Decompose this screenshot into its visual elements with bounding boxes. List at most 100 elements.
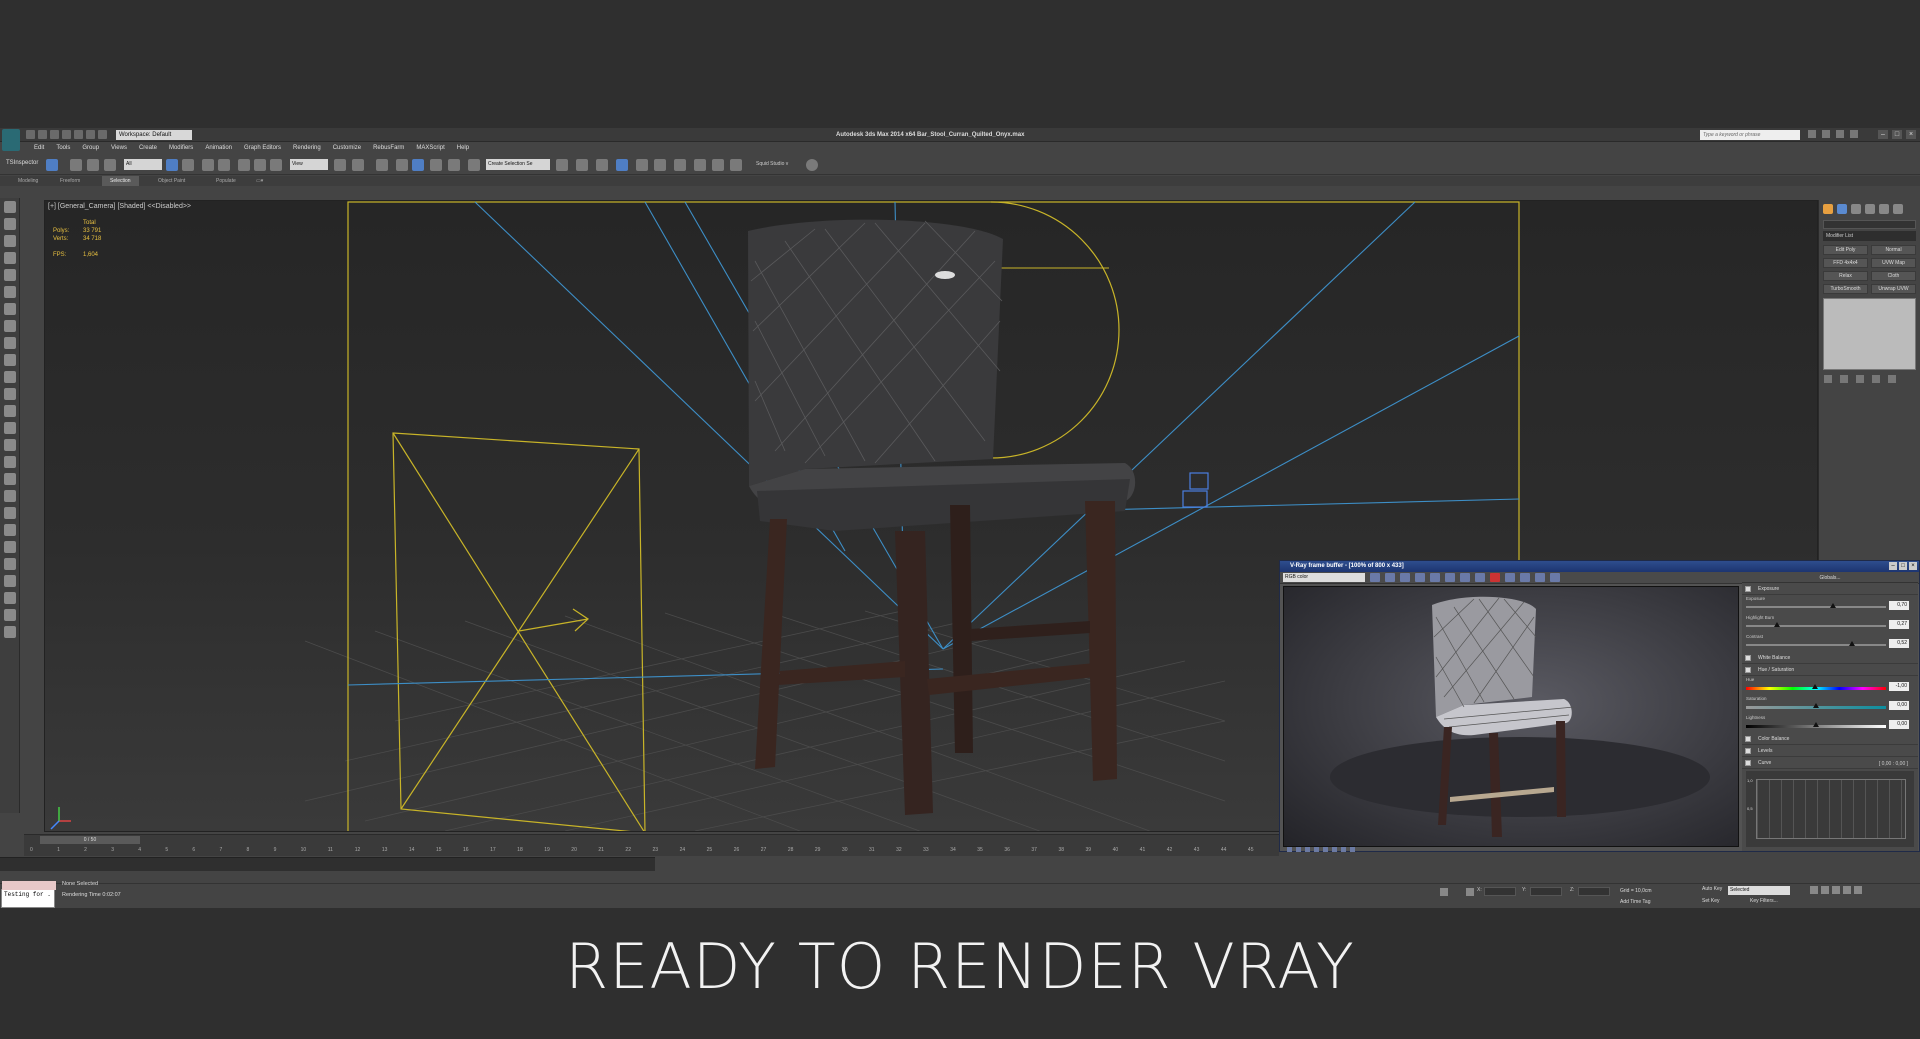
app-logo-icon[interactable] xyxy=(2,129,20,151)
box-icon[interactable] xyxy=(3,337,16,349)
highlight-burn-value-field[interactable]: 0,27 xyxy=(1889,620,1909,629)
align-icon[interactable] xyxy=(576,159,588,171)
save-file-icon[interactable] xyxy=(50,130,59,139)
brush-icon[interactable] xyxy=(3,286,16,298)
next-frame-icon[interactable] xyxy=(1843,886,1851,894)
vfb-status-icon[interactable] xyxy=(1323,847,1328,852)
dome-light-icon[interactable] xyxy=(3,354,16,366)
menu-edit[interactable]: Edit xyxy=(28,143,50,154)
unlink-icon[interactable] xyxy=(87,159,99,171)
levels-section[interactable]: Levels xyxy=(1742,745,1918,757)
contrast-slider-knob[interactable] xyxy=(1849,641,1856,646)
track-bar[interactable] xyxy=(0,857,655,871)
edit-poly-button[interactable]: Edit Poly xyxy=(1823,245,1868,255)
menu-rendering[interactable]: Rendering xyxy=(287,143,327,154)
plane-icon[interactable] xyxy=(3,456,16,468)
contrast-value-field[interactable]: 0,52 xyxy=(1889,639,1909,648)
tree-icon[interactable] xyxy=(3,490,16,502)
redo-icon[interactable] xyxy=(74,130,83,139)
time-slider[interactable]: 0 / 50 xyxy=(40,836,140,844)
curve-editor-icon[interactable] xyxy=(636,159,648,171)
maxscript-listener[interactable]: Testing for . xyxy=(1,881,56,908)
select-object-icon[interactable] xyxy=(166,159,178,171)
render-frame-icon[interactable] xyxy=(712,159,724,171)
white-balance-section[interactable]: White Balance xyxy=(1742,652,1918,664)
move-icon[interactable] xyxy=(238,159,250,171)
viewport-label[interactable]: [+] [General_Camera] [Shaded] <<Disabled… xyxy=(48,203,191,210)
menu-create[interactable]: Create xyxy=(133,143,163,154)
hue-value-field[interactable]: -1,00 xyxy=(1889,682,1909,691)
blue-channel-icon[interactable] xyxy=(1415,573,1425,582)
sphere-icon[interactable] xyxy=(3,371,16,383)
exposure-section[interactable]: Exposure xyxy=(1742,583,1918,595)
globe-icon[interactable] xyxy=(3,507,16,519)
saturation-value-field[interactable]: 0,00 xyxy=(1889,701,1909,710)
display-icon[interactable] xyxy=(3,218,16,230)
render-teapot-icon[interactable] xyxy=(730,159,742,171)
ribbon-options-icon[interactable]: ▭▾ xyxy=(256,176,263,186)
menu-tools[interactable]: Tools xyxy=(50,143,76,154)
go-to-end-icon[interactable] xyxy=(1854,886,1862,894)
cloth-button[interactable]: Cloth xyxy=(1871,271,1916,281)
tab-populate[interactable]: Populate xyxy=(216,176,236,186)
rendered-image[interactable] xyxy=(1283,586,1739,847)
utilities-tab-icon[interactable] xyxy=(1893,204,1903,214)
region-icon[interactable] xyxy=(1475,573,1485,582)
hierarchy-tab-icon[interactable] xyxy=(1851,204,1861,214)
vfb-status-icon[interactable] xyxy=(1314,847,1319,852)
maxscript-mini-listener[interactable] xyxy=(2,881,56,890)
vfb-status-icon[interactable] xyxy=(1350,847,1355,852)
make-unique-icon[interactable] xyxy=(1856,375,1864,383)
schematic-view-icon[interactable] xyxy=(654,159,666,171)
z-coordinate-field[interactable] xyxy=(1578,887,1610,896)
highlight-burn-slider[interactable] xyxy=(1746,625,1886,627)
workspace-dropdown[interactable]: Workspace: Default xyxy=(116,130,192,140)
rotate-icon[interactable] xyxy=(254,159,266,171)
project-folder-icon[interactable] xyxy=(86,130,95,139)
vfb-status-icon[interactable] xyxy=(1296,847,1301,852)
mono-icon[interactable] xyxy=(1445,573,1455,582)
hue-slider-knob[interactable] xyxy=(1811,684,1818,689)
remove-modifier-icon[interactable] xyxy=(1872,375,1880,383)
squid-studio-label[interactable]: Squid Studio v xyxy=(754,159,798,170)
open-file-icon[interactable] xyxy=(38,130,47,139)
history-icon[interactable] xyxy=(1460,573,1470,582)
maximize-icon[interactable]: □ xyxy=(1892,130,1902,139)
cloud-icon[interactable] xyxy=(3,201,16,213)
save-file-icon[interactable] xyxy=(98,130,107,139)
collapse-icon[interactable] xyxy=(3,609,16,621)
link-icon[interactable] xyxy=(1550,573,1560,582)
modifier-list-dropdown[interactable]: Modifier List xyxy=(1823,231,1916,241)
menu-views[interactable]: Views xyxy=(105,143,133,154)
tab-modeling[interactable]: Modeling xyxy=(18,176,38,186)
vfb-minimize-icon[interactable]: – xyxy=(1889,562,1897,570)
levels-checkbox[interactable] xyxy=(1745,748,1751,754)
pencil-icon[interactable] xyxy=(468,159,480,171)
teapot-icon[interactable] xyxy=(3,388,16,400)
vfb-status-icon[interactable] xyxy=(1332,847,1337,852)
stop-icon[interactable] xyxy=(1505,573,1515,582)
auto-key-button[interactable]: Auto Key xyxy=(1702,886,1722,892)
tsinspector-label[interactable]: TSInspector xyxy=(6,160,38,166)
undo-icon[interactable] xyxy=(62,130,71,139)
color-balance-checkbox[interactable] xyxy=(1745,736,1751,742)
green-channel-icon[interactable] xyxy=(1400,573,1410,582)
sphere-icon[interactable] xyxy=(3,575,16,587)
object-name-field[interactable] xyxy=(1823,220,1916,229)
sphere-icon[interactable] xyxy=(3,439,16,451)
run-icon[interactable] xyxy=(3,541,16,553)
curve-grid[interactable] xyxy=(1756,779,1906,839)
menu-graph-editors[interactable]: Graph Editors xyxy=(238,143,287,154)
tab-freeform[interactable]: Freeform xyxy=(60,176,80,186)
hue-saturation-checkbox[interactable] xyxy=(1745,667,1751,673)
create-tab-icon[interactable] xyxy=(1823,204,1833,214)
vfb-status-icon[interactable] xyxy=(1341,847,1346,852)
minimize-icon[interactable]: – xyxy=(1878,130,1888,139)
tab-object-paint[interactable]: Object Paint xyxy=(158,176,185,186)
layer-manager-icon[interactable] xyxy=(596,159,608,171)
x-coordinate-field[interactable] xyxy=(1484,887,1516,896)
set-key-button[interactable]: Set Key xyxy=(1702,898,1720,904)
angle-snap-icon[interactable] xyxy=(396,159,408,171)
link-icon[interactable] xyxy=(70,159,82,171)
y-coordinate-field[interactable] xyxy=(1530,887,1562,896)
